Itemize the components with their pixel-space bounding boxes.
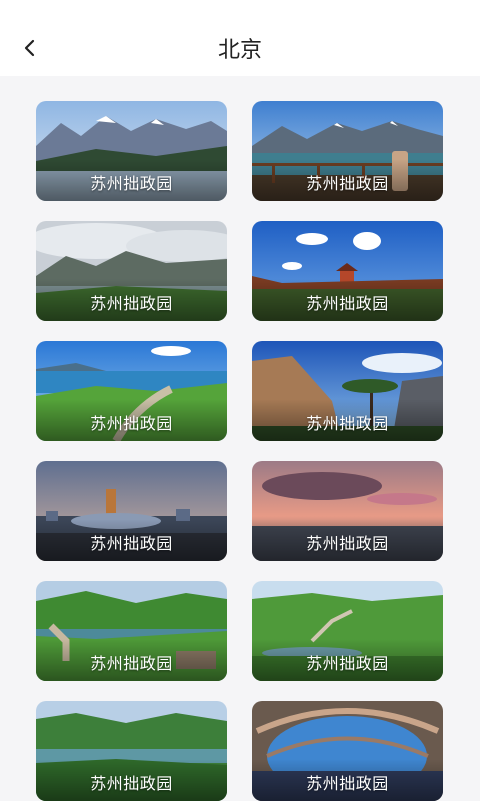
scenic-card-label: 苏州拙政园	[90, 654, 173, 673]
top-bar: 北京	[0, 0, 480, 76]
scenic-card-label: 苏州拙政园	[306, 774, 389, 793]
scenic-card[interactable]: 苏州拙政园	[252, 461, 443, 561]
scenic-card-label: 苏州拙政园	[306, 414, 389, 433]
scenic-card[interactable]: 苏州拙政园	[36, 221, 227, 321]
page-title: 北京	[217, 38, 262, 63]
scenic-card-label: 苏州拙政园	[306, 534, 389, 553]
scenic-card-label: 苏州拙政园	[306, 294, 389, 313]
scenic-card[interactable]: 苏州拙政园	[36, 701, 227, 801]
scenic-card[interactable]: 苏州拙政园	[252, 581, 443, 681]
scenic-card[interactable]: 苏州拙政园	[36, 341, 227, 441]
scenic-grid: 苏州拙政园 苏州拙政园 苏州拙政园 苏州拙政园 苏州拙政园 苏州拙政园 苏州拙政…	[0, 76, 480, 801]
scenic-card[interactable]: 苏州拙政园	[252, 101, 443, 201]
scenic-card-label: 苏州拙政园	[90, 174, 173, 193]
scenic-card-label: 苏州拙政园	[306, 174, 389, 193]
scenic-card-label: 苏州拙政园	[90, 774, 173, 793]
scenic-card[interactable]: 苏州拙政园	[252, 701, 443, 801]
scenic-card[interactable]: 苏州拙政园	[36, 461, 227, 561]
scenic-card-label: 苏州拙政园	[90, 534, 173, 553]
scenic-card[interactable]: 苏州拙政园	[252, 341, 443, 441]
scenic-card-label: 苏州拙政园	[306, 654, 389, 673]
scenic-card[interactable]: 苏州拙政园	[252, 221, 443, 321]
scenic-card[interactable]: 苏州拙政园	[36, 101, 227, 201]
scenic-card-label: 苏州拙政园	[90, 414, 173, 433]
scenic-card-label: 苏州拙政园	[90, 294, 173, 313]
scenic-card[interactable]: 苏州拙政园	[36, 581, 227, 681]
